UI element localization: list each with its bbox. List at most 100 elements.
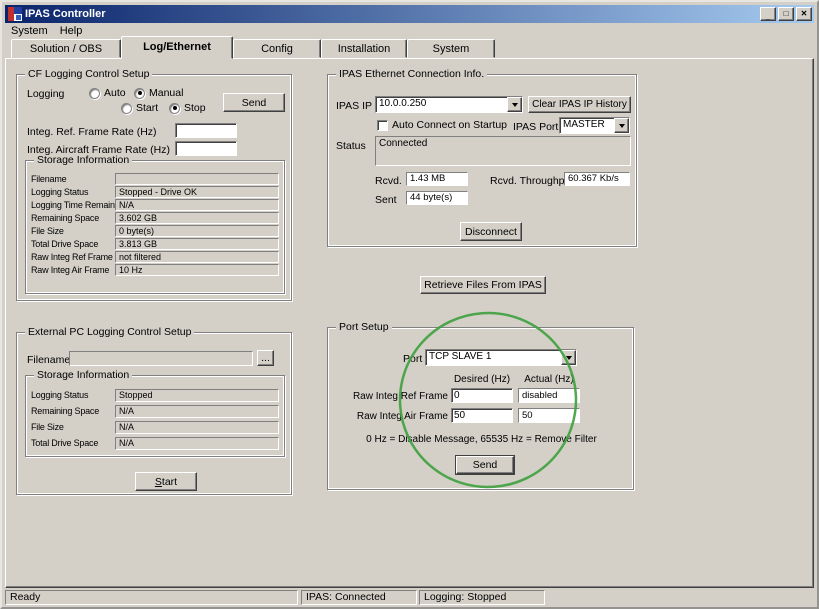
- port-value: TCP SLAVE 1: [426, 350, 561, 365]
- close-button[interactable]: ✕: [796, 7, 812, 21]
- port-send-button[interactable]: Send: [456, 456, 514, 474]
- ipas-ip-value: 10.0.0.250: [376, 97, 507, 112]
- ipas-ip-combobox[interactable]: 10.0.0.250: [375, 96, 523, 113]
- maximize-icon: □: [784, 10, 789, 18]
- cf-storage-information-group: Storage Information Filename Logging Sta…: [25, 160, 285, 294]
- integ-ref-frame-rate-input[interactable]: [175, 123, 237, 138]
- auto-connect-checkbox-box: [377, 120, 388, 131]
- radio-start[interactable]: Start: [121, 102, 158, 114]
- sent-value: 44 byte(s): [406, 191, 468, 205]
- status-logging-state: Logging: Stopped: [419, 590, 545, 605]
- remaining-space-value: 3.602 GB: [115, 212, 279, 224]
- port-setup-note: 0 Hz = Disable Message, 65535 Hz = Remov…: [346, 434, 617, 445]
- ipas-controller-window: IPAS Controller _ □ ✕ System Help Soluti…: [0, 0, 819, 609]
- port-combobox[interactable]: TCP SLAVE 1: [425, 349, 577, 366]
- raw-integ-air-frame-value: 10 Hz: [115, 264, 279, 276]
- port-setup-group: Port Setup Port TCP SLAVE 1 Desired (Hz)…: [327, 327, 634, 490]
- radio-start-label: Start: [136, 102, 158, 114]
- auto-connect-label: Auto Connect on Startup: [392, 119, 507, 131]
- ipas-ip-dropdown-button[interactable]: [507, 97, 522, 112]
- table-row: Logging Status Stopped: [31, 387, 279, 403]
- disconnect-button[interactable]: Disconnect: [460, 222, 522, 241]
- ipas-ip-label: IPAS IP: [336, 100, 372, 112]
- port-setup-title: Port Setup: [336, 322, 392, 333]
- radio-stop-label: Stop: [184, 102, 206, 114]
- radio-stop-indicator: [169, 103, 180, 114]
- rcvd-throughput-label: Rcvd. Throughput: [490, 175, 573, 187]
- radio-auto[interactable]: Auto: [89, 87, 126, 99]
- cf-storage-information-title: Storage Information: [34, 155, 132, 166]
- port-dropdown-button[interactable]: [561, 350, 576, 365]
- ipas-port-combobox[interactable]: MASTER: [559, 117, 630, 134]
- filename-value: [115, 173, 279, 185]
- logging-label: Logging: [27, 88, 64, 100]
- raw-integ-ref-frame-actual-value: disabled: [518, 388, 580, 403]
- table-row: Remaining Space N/A: [31, 403, 279, 419]
- raw-integ-air-frame-label: Raw Integ Air Frame: [336, 411, 448, 422]
- tab-log-ethernet[interactable]: Log/Ethernet: [121, 36, 233, 59]
- table-row: File Size N/A: [31, 419, 279, 435]
- table-row: Remaining Space 3.602 GB: [31, 211, 279, 224]
- tab-solution-obs[interactable]: Solution / OBS: [11, 39, 121, 58]
- table-row: Raw Integ Air Frame 10 Hz: [31, 263, 279, 276]
- table-row: Filename: [31, 172, 279, 185]
- external-filename-label: Filename: [27, 354, 70, 366]
- external-storage-information-group: Storage Information Logging Status Stopp…: [25, 375, 285, 457]
- ext-remaining-space-value: N/A: [115, 405, 279, 418]
- ext-logging-status-value: Stopped: [115, 389, 279, 402]
- logging-time-remaining-value: N/A: [115, 199, 279, 211]
- ethernet-info-title: IPAS Ethernet Connection Info.: [336, 69, 487, 80]
- table-row: Total Drive Space 3.813 GB: [31, 237, 279, 250]
- clear-ipas-ip-history-button[interactable]: Clear IPAS IP History: [528, 96, 631, 113]
- raw-integ-air-frame-desired-input[interactable]: [451, 408, 513, 423]
- external-start-button[interactable]: Start: [135, 472, 197, 491]
- ext-total-drive-space-value: N/A: [115, 437, 279, 450]
- desired-hz-header: Desired (Hz): [451, 374, 513, 385]
- rcvd-label: Rcvd.: [375, 175, 402, 187]
- window-title: IPAS Controller: [25, 8, 758, 20]
- minimize-button[interactable]: _: [760, 7, 776, 21]
- raw-integ-air-frame-actual-value: 50: [518, 408, 580, 423]
- maximize-button[interactable]: □: [778, 7, 794, 21]
- chevron-down-icon: [512, 103, 518, 107]
- tab-config[interactable]: Config: [233, 39, 321, 58]
- file-size-value: 0 byte(s): [115, 225, 279, 237]
- ext-file-size-value: N/A: [115, 421, 279, 434]
- radio-stop[interactable]: Stop: [169, 102, 206, 114]
- integ-ref-frame-rate-label: Integ. Ref. Frame Rate (Hz): [27, 126, 157, 138]
- radio-manual-label: Manual: [149, 87, 183, 99]
- retrieve-files-button[interactable]: Retrieve Files From IPAS: [420, 276, 546, 294]
- ipas-port-value: MASTER: [560, 118, 614, 133]
- external-filename-value: [69, 351, 253, 366]
- table-row: Logging Status Stopped - Drive OK: [31, 185, 279, 198]
- external-logging-group: External PC Logging Control Setup Filena…: [16, 332, 292, 495]
- tabstrip: Solution / OBS Log/Ethernet Config Insta…: [11, 36, 495, 59]
- actual-hz-header: Actual (Hz): [518, 374, 580, 385]
- raw-integ-ref-frame-desired-input[interactable]: [451, 388, 513, 403]
- radio-auto-label: Auto: [104, 87, 126, 99]
- tab-system[interactable]: System: [407, 39, 495, 58]
- integ-aircraft-frame-rate-input[interactable]: [175, 141, 237, 156]
- radio-start-indicator: [121, 103, 132, 114]
- browse-button[interactable]: ...: [257, 350, 274, 366]
- cf-send-button[interactable]: Send: [223, 93, 285, 112]
- ipas-port-dropdown-button[interactable]: [614, 118, 629, 133]
- table-row: Raw Integ Ref Frame not filtered: [31, 250, 279, 263]
- table-row: File Size 0 byte(s): [31, 224, 279, 237]
- table-row: Logging Time Remaining N/A: [31, 198, 279, 211]
- status-ready: Ready: [5, 590, 298, 605]
- external-storage-rows: Logging Status Stopped Remaining Space N…: [31, 387, 279, 451]
- rcvd-throughput-value: 60.367 Kb/s: [564, 172, 630, 186]
- radio-manual[interactable]: Manual: [134, 87, 183, 99]
- titlebar: IPAS Controller _ □ ✕: [5, 5, 814, 23]
- cf-storage-rows: Filename Logging Status Stopped - Drive …: [31, 172, 279, 276]
- port-label: Port: [403, 353, 422, 365]
- raw-integ-ref-frame-value: not filtered: [115, 251, 279, 263]
- tab-installation[interactable]: Installation: [321, 39, 407, 58]
- auto-connect-checkbox[interactable]: Auto Connect on Startup: [377, 119, 507, 131]
- radio-auto-indicator: [89, 88, 100, 99]
- cf-logging-group: CF Logging Control Setup Logging Auto Ma…: [16, 74, 292, 301]
- status-ipas-connection: IPAS: Connected: [301, 590, 417, 605]
- status-label: Status: [336, 140, 366, 152]
- minimize-icon: _: [766, 13, 770, 21]
